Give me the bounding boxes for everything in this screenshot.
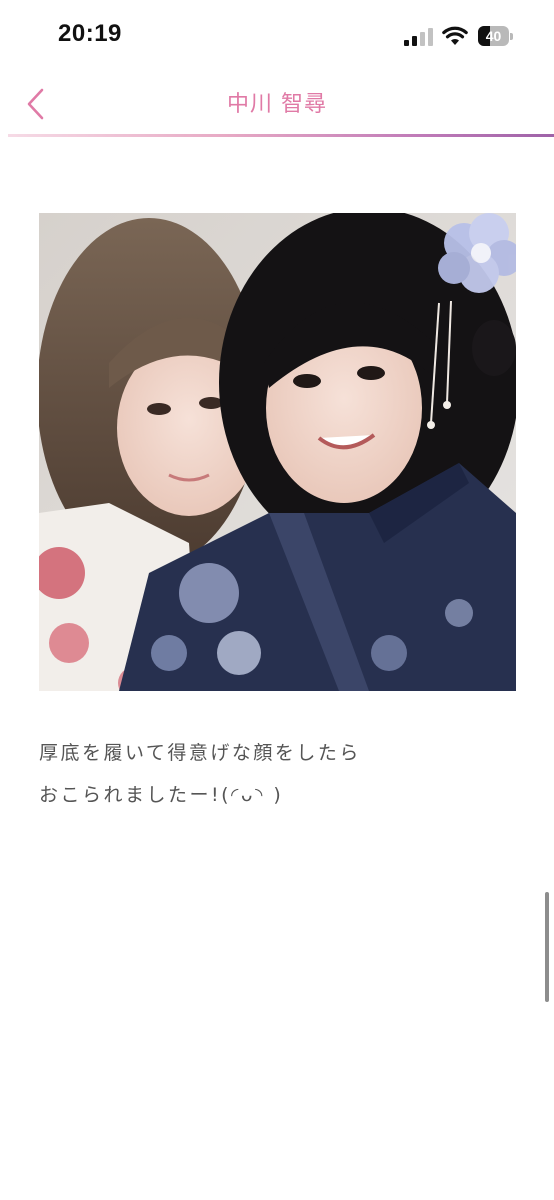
home-indicator[interactable]: [205, 1185, 349, 1190]
status-bar: 20:19 40: [0, 0, 554, 72]
scrollbar[interactable]: [545, 892, 549, 1002]
signal-icon: [404, 28, 433, 46]
post-text: 厚底を履いて得意げな顔をしたら おこられましたー!(◜ᴗ◝ ): [39, 732, 519, 816]
battery-cap: [510, 33, 513, 40]
header-divider: [8, 134, 554, 137]
battery-body: 40: [478, 26, 509, 46]
battery-level: 40: [485, 28, 502, 44]
post-photo[interactable]: [39, 213, 516, 691]
status-time: 20:19: [58, 20, 122, 47]
screen: 20:19 40 中川 智尋 厚底を履いて得意げな顔をしたら おこられましたー!…: [0, 0, 554, 1200]
wifi-icon: [442, 26, 468, 45]
page-title: 中川 智尋: [227, 92, 327, 117]
battery-icon: 40: [478, 26, 514, 46]
post-text-line: おこられましたー!(◜ᴗ◝ ): [39, 784, 284, 806]
photo-illustration: [39, 213, 516, 691]
post-text-line: 厚底を履いて得意げな顔をしたら: [39, 742, 361, 764]
nav-header: 中川 智尋: [0, 72, 554, 138]
